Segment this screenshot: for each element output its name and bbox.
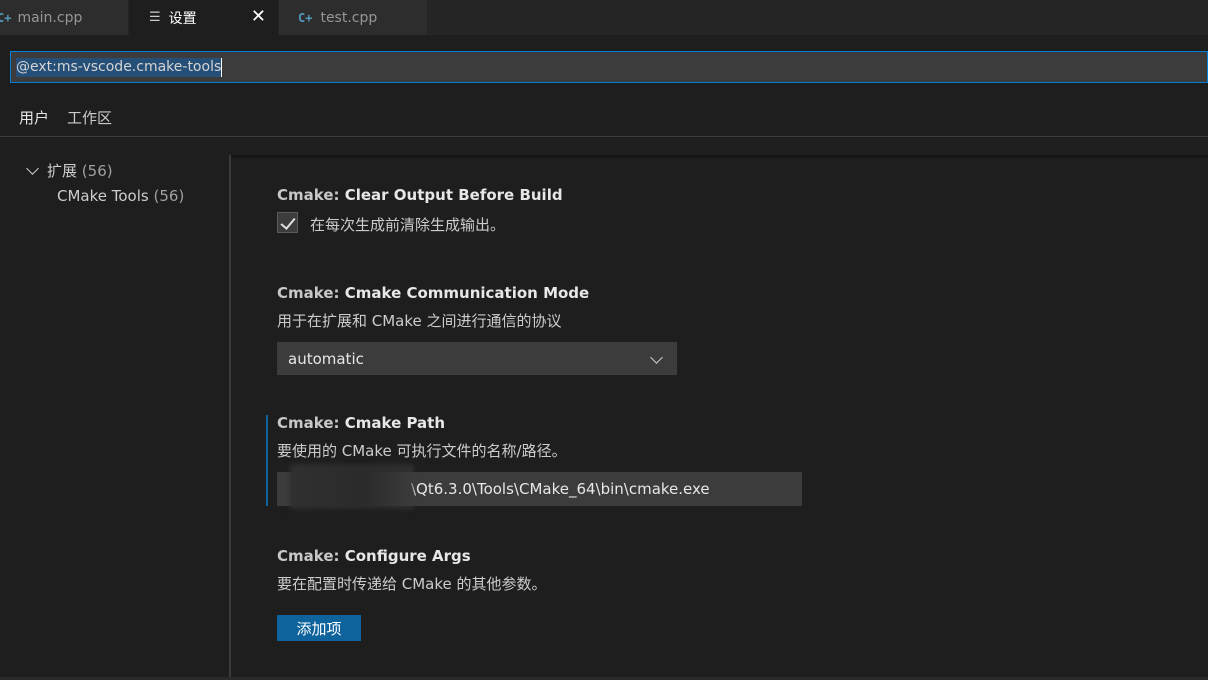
- setting-cmake-path: Cmake: Cmake Path 要使用的 CMake 可执行文件的名称/路径…: [277, 414, 567, 461]
- setting-configure-args: Cmake: Configure Args 要在配置时传递给 CMake 的其他…: [277, 547, 547, 594]
- tab-workspace[interactable]: 工作区: [58, 104, 121, 137]
- cpp-file-icon: C+: [298, 10, 313, 25]
- setting-name: Clear Output Before Build: [344, 186, 563, 204]
- search-input[interactable]: @ext:ms-vscode.cmake-tools: [16, 58, 223, 77]
- tab-settings[interactable]: ☰ 设置 ✕: [129, 0, 279, 35]
- setting-name: Cmake Communication Mode: [344, 284, 590, 302]
- tab-user[interactable]: 用户: [10, 104, 59, 137]
- setting-category: Cmake:: [277, 186, 345, 204]
- tab-label: 设置: [168, 10, 197, 27]
- chevron-down-icon: [26, 161, 39, 175]
- close-icon[interactable]: ✕: [251, 8, 266, 26]
- setting-name: Configure Args: [344, 547, 471, 565]
- toc-item-cmake-tools[interactable]: CMake Tools (56): [57, 187, 184, 205]
- setting-name: Cmake Path: [344, 414, 446, 432]
- toc-count: (56): [81, 161, 113, 180]
- setting-title: Cmake: Cmake Path: [277, 414, 567, 432]
- toc-count: (56): [153, 187, 185, 205]
- setting-clear-output: Cmake: Clear Output Before Build: [277, 186, 563, 204]
- toc-label: 扩展: [47, 162, 78, 180]
- add-item-button[interactable]: 添加项: [277, 615, 361, 641]
- chevron-down-icon: [650, 351, 663, 364]
- setting-category: Cmake:: [277, 547, 345, 565]
- scope-divider: [0, 136, 1208, 137]
- editor-tab-bar: C+ main.cpp ☰ 设置 ✕ C+ test.cpp: [0, 0, 1208, 35]
- clear-output-checkbox[interactable]: [277, 212, 298, 233]
- settings-scope-tabs: 用户 工作区: [10, 104, 121, 137]
- communication-mode-select[interactable]: automatic: [277, 342, 677, 375]
- input-value: \Qt6.3.0\Tools\CMake_64\bin\cmake.exe: [411, 480, 710, 498]
- setting-communication-mode: Cmake: Cmake Communication Mode 用于在扩展和 C…: [277, 284, 589, 331]
- setting-title: Cmake: Configure Args: [277, 547, 547, 565]
- setting-description: 要在配置时传递给 CMake 的其他参数。: [277, 575, 547, 593]
- toc-divider[interactable]: [229, 155, 231, 680]
- setting-category: Cmake:: [277, 414, 345, 432]
- settings-search-box[interactable]: @ext:ms-vscode.cmake-tools: [10, 51, 1208, 83]
- tab-label: test.cpp: [320, 9, 378, 26]
- redacted-region: [290, 464, 414, 509]
- focus-indicator: [266, 415, 268, 506]
- select-value: automatic: [288, 349, 364, 368]
- tab-test-cpp[interactable]: C+ test.cpp: [279, 0, 428, 35]
- setting-description: 用于在扩展和 CMake 之间进行通信的协议: [277, 312, 562, 330]
- setting-title: Cmake: Clear Output Before Build: [277, 186, 563, 204]
- toc-label: CMake Tools: [57, 187, 149, 205]
- checkbox-label: 在每次生成前清除生成输出。: [310, 216, 506, 234]
- check-icon: [280, 214, 296, 230]
- cpp-file-icon: C+: [0, 10, 12, 25]
- tab-main-cpp[interactable]: C+ main.cpp: [0, 0, 129, 35]
- settings-list-shadow: [231, 155, 1208, 158]
- settings-toc: [0, 155, 230, 680]
- settings-file-icon: ☰: [149, 10, 161, 25]
- setting-category: Cmake:: [277, 284, 345, 302]
- setting-title: Cmake: Cmake Communication Mode: [277, 284, 589, 302]
- setting-description: 要使用的 CMake 可执行文件的名称/路径。: [277, 442, 567, 460]
- tab-label: main.cpp: [17, 9, 83, 26]
- toc-item-extensions[interactable]: 扩展 (56): [26, 160, 113, 181]
